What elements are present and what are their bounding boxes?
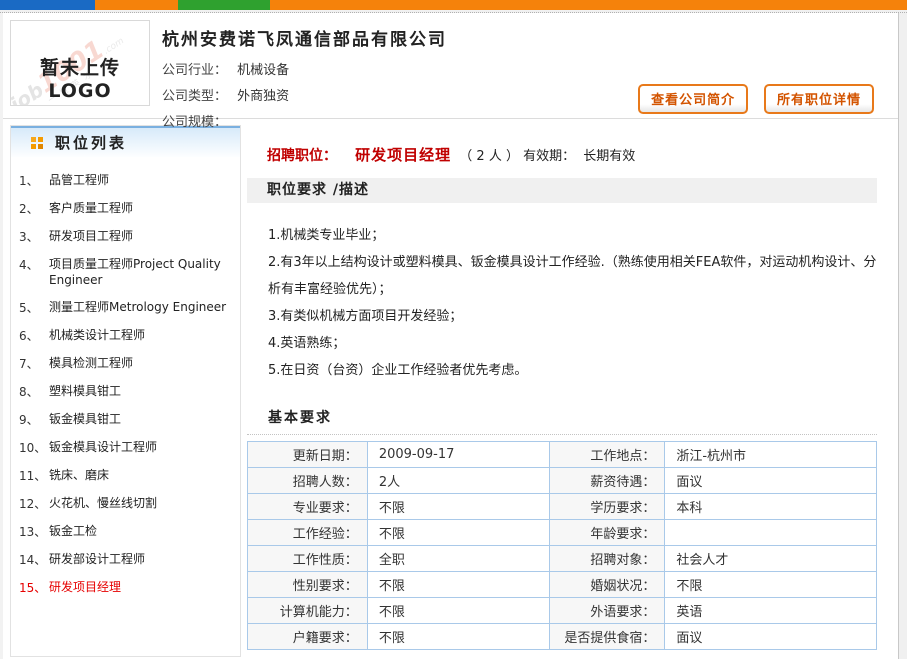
view-company-profile-button[interactable]: 查看公司简介 [638, 84, 748, 114]
computer-skill-value: 不限 [367, 598, 549, 624]
all-jobs-detail-button[interactable]: 所有职位详情 [764, 84, 874, 114]
page: job1001.com 一览英才 暂未上传LOGO 杭州安费诺飞凤通信部品有限公… [0, 0, 907, 659]
table-row: 计算机能力： 不限 外语要求： 英语 [248, 598, 877, 624]
sidebar-item-6[interactable]: 6、 机械类设计工程师 [19, 322, 234, 350]
headcount-value: 2人 [367, 468, 549, 494]
table-row: 专业要求： 不限 学历要求： 本科 [248, 494, 877, 520]
sidebar-item-10[interactable]: 10、 钣金模具设计工程师 [19, 434, 234, 462]
company-name: 杭州安费诺飞凤通信部品有限公司 [162, 21, 898, 50]
sidebar-item-2[interactable]: 2、 客户质量工程师 [19, 195, 234, 223]
major-requirement-value: 不限 [367, 494, 549, 520]
sidebar-item-8[interactable]: 8、 塑料模具钳工 [19, 378, 234, 406]
body: 职位列表 1、 品管工程师 2、 客户质量工程师 3、 研发项目工程师 [3, 119, 898, 657]
education-requirement-value: 本科 [665, 494, 877, 520]
logo-placeholder-text: 暂未上传LOGO [11, 53, 149, 102]
table-row: 更新日期： 2009-09-17 工作地点： 浙江-杭州市 [248, 442, 877, 468]
company-logo-placeholder: job1001.com 一览英才 暂未上传LOGO [10, 20, 150, 106]
experience-requirement-value: 不限 [367, 520, 549, 546]
company-type-value: 外商独资 [237, 89, 289, 104]
table-row: 工作性质： 全职 招聘对象： 社会人才 [248, 546, 877, 572]
requirement-line: 1.机械类专业毕业； [268, 222, 877, 249]
basic-requirements-section-header: 基本要求 [247, 407, 877, 435]
company-industry-label: 公司行业： [162, 63, 227, 78]
job-list-sidebar: 职位列表 1、 品管工程师 2、 客户质量工程师 3、 研发项目工程师 [10, 125, 241, 657]
sidebar-item-13[interactable]: 13、 钣金工检 [19, 518, 234, 546]
topbar-orange-segment-2 [270, 0, 907, 10]
company-type-label: 公司类型： [162, 89, 227, 104]
sidebar-title: 职位列表 [55, 132, 127, 153]
job-requirements: 1.机械类专业毕业； 2.有3年以上结构设计或塑料模具、钣金模具设计工作经验.（… [247, 203, 877, 384]
update-date-value: 2009-09-17 [367, 442, 549, 468]
table-row: 性别要求： 不限 婚姻状况： 不限 [248, 572, 877, 598]
requirement-line: 3.有类似机械方面项目开发经验； [268, 303, 877, 330]
requirement-line: 5.在日资（台资）企业工作经验者优先考虑。 [268, 357, 877, 384]
sidebar-item-12[interactable]: 12、 火花机、慢丝线切割 [19, 490, 234, 518]
sidebar-item-11[interactable]: 11、 铣床、磨床 [19, 462, 234, 490]
table-row: 户籍要求： 不限 是否提供食宿： 面议 [248, 624, 877, 650]
sidebar-item-3[interactable]: 3、 研发项目工程师 [19, 223, 234, 251]
job-headcount: （ 2 人 ） [459, 149, 519, 164]
requirement-line: 2.有3年以上结构设计或塑料模具、钣金模具设计工作经验.（熟练使用相关FEA软件… [268, 249, 877, 303]
sidebar-item-9[interactable]: 9、 钣金模具钳工 [19, 406, 234, 434]
job-title-label: 招聘职位： [267, 148, 337, 164]
validity-value: 长期有效 [583, 149, 635, 164]
sidebar-item-1[interactable]: 1、 品管工程师 [19, 167, 234, 195]
header-buttons: 查看公司简介 所有职位详情 [626, 84, 874, 114]
job-description-section-header: 职位要求 /描述 [247, 178, 877, 203]
sidebar-list: 1、 品管工程师 2、 客户质量工程师 3、 研发项目工程师 4、 项目质量工程… [11, 157, 240, 602]
job-detail-main: 招聘职位： 研发项目经理 （ 2 人 ） 有效期： 长期有效 职位要求 /描述 … [241, 125, 898, 657]
table-row: 工作经验： 不限 年龄要求： [248, 520, 877, 546]
gender-requirement-value: 不限 [367, 572, 549, 598]
company-header: job1001.com 一览英才 暂未上传LOGO 杭州安费诺飞凤通信部品有限公… [3, 13, 898, 119]
residency-requirement-value: 不限 [367, 624, 549, 650]
foreign-language-value: 英语 [665, 598, 877, 624]
topbar-green-segment [178, 0, 270, 10]
salary-value: 面议 [665, 468, 877, 494]
sidebar-item-5[interactable]: 5、 测量工程师Metrology Engineer [19, 294, 234, 322]
company-industry-value: 机械设备 [237, 63, 289, 78]
grid-squares-icon [31, 137, 43, 149]
company-size-label: 公司规模： [162, 115, 227, 130]
validity-label: 有效期： [523, 149, 575, 164]
target-candidates-value: 社会人才 [665, 546, 877, 572]
work-location-value: 浙江-杭州市 [665, 442, 877, 468]
top-color-bar [0, 0, 907, 10]
topbar-blue-segment [0, 0, 95, 10]
marital-status-value: 不限 [665, 572, 877, 598]
table-row: 招聘人数： 2人 薪资待遇： 面议 [248, 468, 877, 494]
company-industry-row: 公司行业： 机械设备 [162, 58, 898, 84]
sidebar-item-15-active[interactable]: 15、 研发项目经理 [19, 574, 234, 602]
job-type-value: 全职 [367, 546, 549, 572]
sidebar-item-14[interactable]: 14、 研发部设计工程师 [19, 546, 234, 574]
requirement-line: 4.英语熟练； [268, 330, 877, 357]
age-requirement-value [665, 520, 877, 546]
job-title: 研发项目经理 [355, 146, 451, 164]
sidebar-item-4[interactable]: 4、 项目质量工程师Project Quality Engineer [19, 251, 234, 294]
sidebar-item-7[interactable]: 7、 模具检测工程师 [19, 350, 234, 378]
room-board-value: 面议 [665, 624, 877, 650]
topbar-orange-segment [95, 0, 178, 10]
basic-requirements-table: 更新日期： 2009-09-17 工作地点： 浙江-杭州市 招聘人数： 2人 薪… [247, 441, 877, 650]
content-sheet: job1001.com 一览英才 暂未上传LOGO 杭州安费诺飞凤通信部品有限公… [0, 13, 899, 659]
